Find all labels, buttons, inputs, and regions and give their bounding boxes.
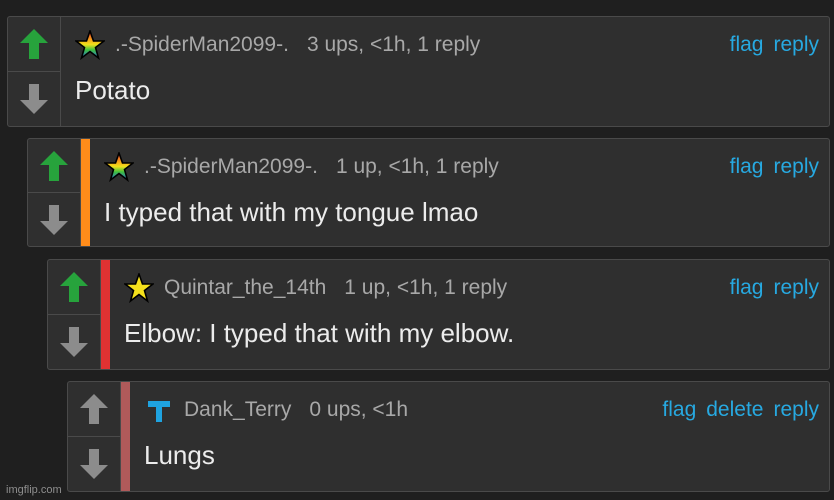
arrow-down-icon [40, 204, 68, 235]
flag-link[interactable]: flag [730, 276, 764, 300]
comment-actions: flag reply [730, 155, 819, 179]
flag-link[interactable]: flag [662, 398, 696, 422]
username-link[interactable]: Dank_Terry [184, 398, 291, 422]
upvote-button[interactable] [28, 139, 80, 192]
comment-actions: flag delete reply [662, 398, 819, 422]
comment-header: Dank_Terry 0 ups, <1h flag delete reply [144, 394, 819, 426]
comment-header: Quintar_the_14th 1 up, <1h, 1 reply flag… [124, 272, 819, 304]
blue-t-icon [148, 401, 170, 422]
comment-text: I typed that with my tongue lmao [104, 197, 479, 227]
comment: Dank_Terry 0 ups, <1h flag delete reply … [67, 381, 830, 492]
upvote-button[interactable] [8, 17, 60, 71]
comment-meta: 1 up, <1h, 1 reply [344, 276, 508, 299]
arrow-down-icon [20, 84, 48, 114]
comment: Quintar_the_14th 1 up, <1h, 1 reply flag… [47, 259, 830, 370]
rainbow-star-icon [75, 30, 105, 60]
rainbow-star-icon [104, 152, 134, 182]
reply-depth-bar [81, 139, 90, 246]
reply-depth-bar [101, 260, 110, 369]
comment-body: .-SpiderMan2099-. 3 ups, <1h, 1 reply fl… [61, 17, 829, 126]
comment-meta: 1 up, <1h, 1 reply [335, 155, 499, 178]
username-link[interactable]: Quintar_the_14th [164, 276, 326, 300]
comment-text: Potato [75, 75, 151, 105]
arrow-up-icon [80, 394, 108, 424]
comment-header: .-SpiderMan2099-. 3 ups, <1h, 1 reply fl… [75, 29, 819, 61]
comment-meta: 0 ups, <1h [309, 398, 409, 421]
comment-actions: flag reply [730, 276, 819, 300]
arrow-down-icon [80, 449, 108, 479]
upvote-button[interactable] [68, 382, 120, 436]
reply-link[interactable]: reply [773, 33, 819, 57]
arrow-up-icon [60, 272, 88, 302]
delete-link[interactable]: delete [706, 398, 763, 422]
reply-link[interactable]: reply [773, 155, 819, 179]
arrow-up-icon [20, 29, 48, 59]
comment-text: Elbow: I typed that with my elbow. [124, 318, 515, 348]
comment-text: Lungs [144, 440, 215, 470]
vote-column [68, 382, 121, 491]
watermark: imgflip.com [6, 484, 62, 496]
yellow-star-icon [124, 273, 154, 303]
downvote-button[interactable] [28, 192, 80, 246]
vote-column [28, 139, 81, 246]
flag-link[interactable]: flag [730, 33, 764, 57]
arrow-down-icon [60, 327, 88, 357]
username-link[interactable]: .-SpiderMan2099-. [115, 33, 289, 57]
arrow-up-icon [40, 150, 68, 181]
downvote-button[interactable] [68, 436, 120, 491]
comment-body: Dank_Terry 0 ups, <1h flag delete reply … [130, 382, 829, 491]
comment-body: .-SpiderMan2099-. 1 up, <1h, 1 reply fla… [90, 139, 829, 246]
vote-column [8, 17, 61, 126]
reply-link[interactable]: reply [773, 398, 819, 422]
comment-body: Quintar_the_14th 1 up, <1h, 1 reply flag… [110, 260, 829, 369]
comment: .-SpiderMan2099-. 1 up, <1h, 1 reply fla… [27, 138, 830, 247]
comment: .-SpiderMan2099-. 3 ups, <1h, 1 reply fl… [7, 16, 830, 127]
comment-header: .-SpiderMan2099-. 1 up, <1h, 1 reply fla… [104, 151, 819, 183]
reply-link[interactable]: reply [773, 276, 819, 300]
reply-depth-bar [121, 382, 130, 491]
downvote-button[interactable] [8, 71, 60, 126]
username-link[interactable]: .-SpiderMan2099-. [144, 155, 318, 179]
upvote-button[interactable] [48, 260, 100, 314]
flag-link[interactable]: flag [730, 155, 764, 179]
comment-meta: 3 ups, <1h, 1 reply [306, 33, 481, 56]
vote-column [48, 260, 101, 369]
downvote-button[interactable] [48, 314, 100, 369]
comment-actions: flag reply [730, 33, 819, 57]
